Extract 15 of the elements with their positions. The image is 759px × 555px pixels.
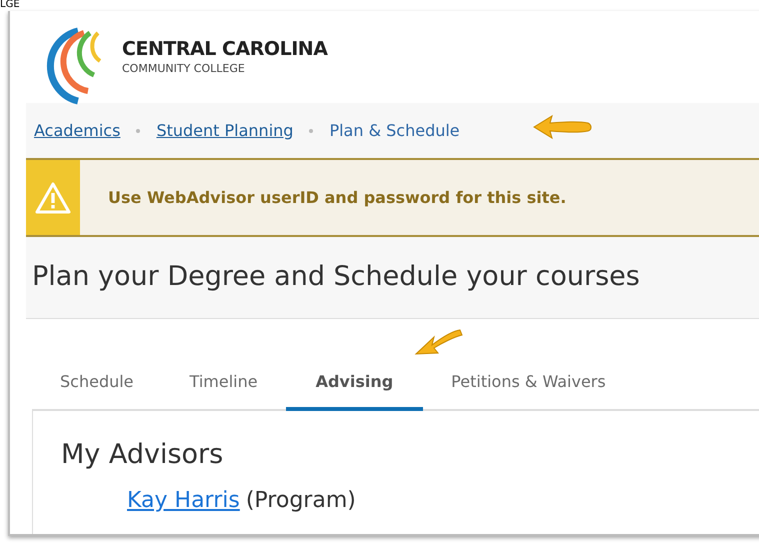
- logo-subtitle: COMMUNITY COLLEGE: [122, 62, 246, 76]
- breadcrumb-link[interactable]: Academics: [34, 118, 120, 142]
- page-heading: Plan your Degree and Schedule your courses: [32, 260, 640, 294]
- tab[interactable]: Timeline: [162, 357, 286, 411]
- breadcrumb-current: Plan & Schedule: [329, 120, 460, 142]
- logo-title: CENTRAL CAROLINA: [122, 38, 328, 62]
- section-heading: My Advisors: [61, 438, 224, 472]
- advisor-role: (Program): [246, 486, 356, 514]
- advisor-link[interactable]: Kay Harris: [127, 484, 240, 516]
- tab[interactable]: Advising: [286, 357, 424, 411]
- tab[interactable]: Schedule: [32, 357, 162, 411]
- alert-message: Use WebAdvisor userID and password for this site.: [107, 186, 566, 208]
- tab[interactable]: Petitions & Waivers: [423, 357, 634, 411]
- breadcrumb-link[interactable]: Student Planning: [156, 118, 294, 142]
- warning-icon: [34, 180, 72, 214]
